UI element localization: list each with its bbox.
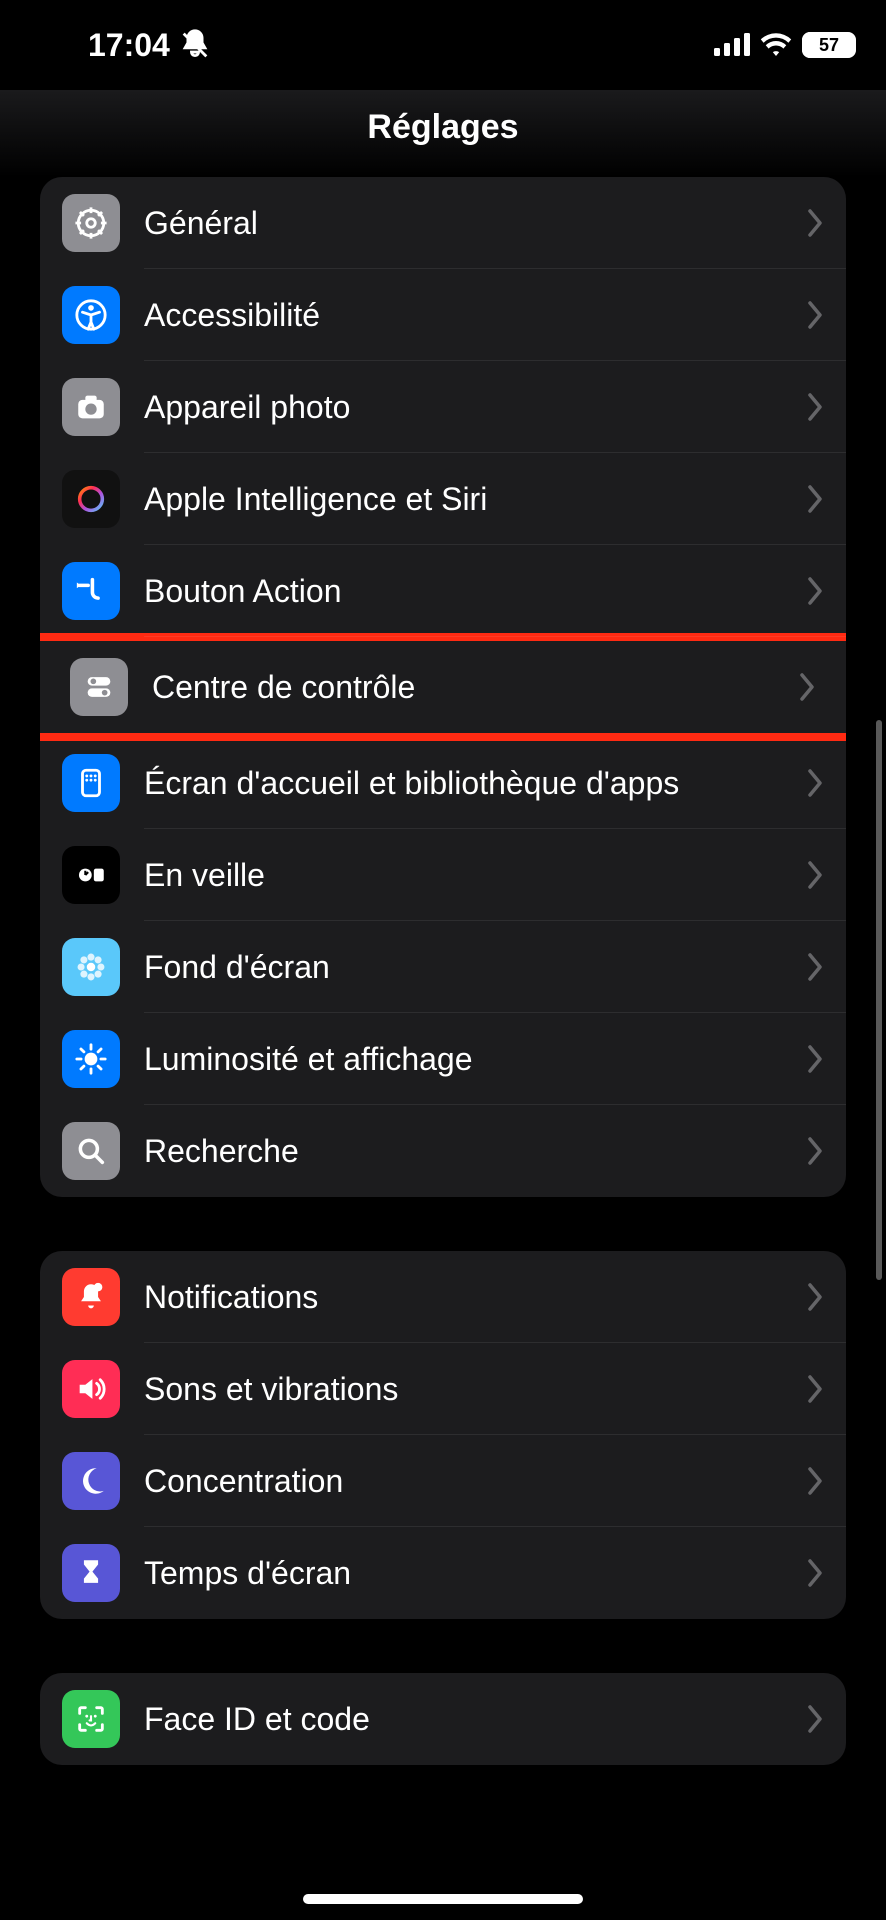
settings-row-label: Luminosité et affichage — [144, 1041, 806, 1078]
flower-icon — [62, 938, 120, 996]
chevron-right-icon — [806, 1283, 824, 1311]
gear-icon — [62, 194, 120, 252]
chevron-right-icon — [806, 1705, 824, 1733]
settings-row-label: Bouton Action — [144, 573, 806, 610]
chevron-right-icon — [806, 485, 824, 513]
chevron-right-icon — [806, 1045, 824, 1073]
settings-row-label: Concentration — [144, 1463, 806, 1500]
settings-row-wallpaper[interactable]: Fond d'écran — [40, 921, 846, 1013]
chevron-right-icon — [806, 861, 824, 889]
settings-row-label: Recherche — [144, 1133, 806, 1170]
brightness-icon — [62, 1030, 120, 1088]
wifi-icon — [760, 27, 792, 64]
settings-row-camera[interactable]: Appareil photo — [40, 361, 846, 453]
settings-row-search[interactable]: Recherche — [40, 1105, 846, 1197]
chevron-right-icon — [806, 209, 824, 237]
settings-row-display[interactable]: Luminosité et affichage — [40, 1013, 846, 1105]
settings-group: Général Accessibilité Appareil photo Apple … — [40, 177, 846, 1197]
standby-icon — [62, 846, 120, 904]
chevron-right-icon — [806, 1375, 824, 1403]
settings-row-face-id[interactable]: Face ID et code — [40, 1673, 846, 1765]
settings-row-action-button[interactable]: Bouton Action — [40, 545, 846, 637]
sparkle-loop-icon — [62, 470, 120, 528]
chevron-right-icon — [798, 673, 816, 701]
settings-row-label: Accessibilité — [144, 297, 806, 334]
chevron-right-icon — [806, 1559, 824, 1587]
camera-icon — [62, 378, 120, 436]
settings-row-label: En veille — [144, 857, 806, 894]
settings-row-screen-time[interactable]: Temps d'écran — [40, 1527, 846, 1619]
scrollbar-thumb[interactable] — [876, 720, 882, 1280]
settings-row-label: Écran d'accueil et bibliothèque d'apps — [144, 765, 806, 802]
faceid-icon — [62, 1690, 120, 1748]
settings-row-label: Apple Intelligence et Siri — [144, 481, 806, 518]
settings-row-ai-siri[interactable]: Apple Intelligence et Siri — [40, 453, 846, 545]
toggles-icon — [70, 658, 128, 716]
settings-row-focus[interactable]: Concentration — [40, 1435, 846, 1527]
settings-row-label: Face ID et code — [144, 1701, 806, 1738]
hourglass-icon — [62, 1544, 120, 1602]
accessibility-icon — [62, 286, 120, 344]
battery-indicator: 57 — [802, 32, 856, 58]
settings-row-accessibility[interactable]: Accessibilité — [40, 269, 846, 361]
status-bar: 17:04 57 — [0, 0, 886, 90]
settings-row-label: Général — [144, 205, 806, 242]
settings-row-label: Temps d'écran — [144, 1555, 806, 1592]
settings-row-standby[interactable]: En veille — [40, 829, 846, 921]
home-grid-icon — [62, 754, 120, 812]
settings-row-label: Appareil photo — [144, 389, 806, 426]
home-indicator[interactable] — [303, 1894, 583, 1904]
chevron-right-icon — [806, 1467, 824, 1495]
settings-row-notifications[interactable]: Notifications — [40, 1251, 846, 1343]
settings-row-label: Sons et vibrations — [144, 1371, 806, 1408]
settings-row-control-center[interactable]: Centre de contrôle — [48, 641, 838, 733]
action-button-icon — [62, 562, 120, 620]
moon-icon — [62, 1452, 120, 1510]
search-icon — [62, 1122, 120, 1180]
cellular-signal-icon — [714, 27, 750, 64]
page-title: Réglages — [0, 90, 886, 177]
chevron-right-icon — [806, 1137, 824, 1165]
chevron-right-icon — [806, 301, 824, 329]
status-time: 17:04 — [88, 27, 170, 64]
settings-group: Face ID et code — [40, 1673, 846, 1765]
highlight-annotation: Centre de contrôle — [40, 633, 846, 741]
chevron-right-icon — [806, 953, 824, 981]
bell-icon — [62, 1268, 120, 1326]
settings-row-label: Notifications — [144, 1279, 806, 1316]
chevron-right-icon — [806, 393, 824, 421]
settings-content[interactable]: Général Accessibilité Appareil photo Apple … — [0, 177, 886, 1920]
settings-row-label: Centre de contrôle — [152, 669, 798, 706]
settings-row-sounds[interactable]: Sons et vibrations — [40, 1343, 846, 1435]
chevron-right-icon — [806, 577, 824, 605]
speaker-icon — [62, 1360, 120, 1418]
silent-mode-icon — [178, 28, 212, 62]
settings-row-label: Fond d'écran — [144, 949, 806, 986]
chevron-right-icon — [806, 769, 824, 797]
settings-group: Notifications Sons et vibrations Concentra… — [40, 1251, 846, 1619]
settings-row-general[interactable]: Général — [40, 177, 846, 269]
settings-row-home-screen[interactable]: Écran d'accueil et bibliothèque d'apps — [40, 737, 846, 829]
